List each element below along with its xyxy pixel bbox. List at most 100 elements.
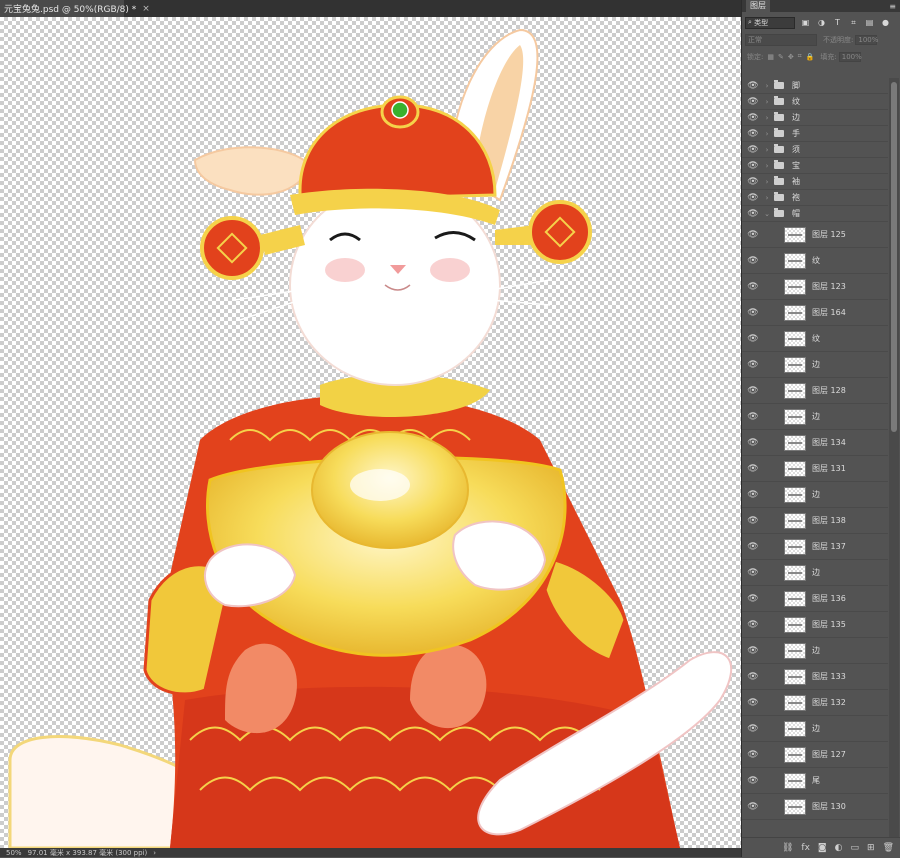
layer-row[interactable]: 👁 图层 138 xyxy=(742,508,888,534)
visibility-eye-icon[interactable]: 👁 xyxy=(746,646,760,656)
filter-adjustment-icon[interactable]: ◑ xyxy=(816,17,827,28)
layers-tab[interactable]: 图层 xyxy=(746,0,770,12)
layer-group-row[interactable]: 👁 ⌄ 帽 xyxy=(742,206,888,222)
trash-icon[interactable]: 🗑 xyxy=(883,843,894,853)
visibility-eye-icon[interactable]: 👁 xyxy=(746,672,760,682)
canvas[interactable] xyxy=(0,17,741,848)
filter-type-icon[interactable]: T xyxy=(832,17,843,28)
layers-scrollbar[interactable] xyxy=(889,78,899,837)
chevron-right-icon[interactable]: › xyxy=(762,178,772,186)
layer-group-row[interactable]: 👁 › 须 xyxy=(742,142,888,158)
layer-row[interactable]: 👁 边 xyxy=(742,482,888,508)
layer-group-row[interactable]: 👁 › 脚 xyxy=(742,78,888,94)
visibility-eye-icon[interactable]: 👁 xyxy=(746,698,760,708)
visibility-eye-icon[interactable]: 👁 xyxy=(746,776,760,786)
filter-kind-select[interactable]: ⌕ 类型 xyxy=(745,16,795,29)
visibility-eye-icon[interactable]: 👁 xyxy=(746,193,760,203)
visibility-eye-icon[interactable]: 👁 xyxy=(746,145,760,155)
chevron-right-icon[interactable]: › xyxy=(762,162,772,170)
new-layer-icon[interactable]: ⊞ xyxy=(867,843,875,853)
layer-row[interactable]: 👁 图层 134 xyxy=(742,430,888,456)
layer-group-row[interactable]: 👁 › 手 xyxy=(742,126,888,142)
layer-row[interactable]: 👁 图层 128 xyxy=(742,378,888,404)
layer-row[interactable]: 👁 图层 127 xyxy=(742,742,888,768)
lock-artboard-icon[interactable]: ⌗ xyxy=(798,52,802,61)
layer-row[interactable]: 👁 边 xyxy=(742,352,888,378)
filter-smartobject-icon[interactable]: ▤ xyxy=(864,17,875,28)
adjustment-icon[interactable]: ◐ xyxy=(835,843,843,853)
fill-input[interactable]: 100% xyxy=(838,51,862,62)
opacity-input[interactable]: 100% xyxy=(855,34,878,45)
visibility-eye-icon[interactable]: 👁 xyxy=(746,412,760,422)
filter-toggle-icon[interactable]: ● xyxy=(880,17,891,28)
status-arrow-icon[interactable]: › xyxy=(153,849,156,857)
visibility-eye-icon[interactable]: 👁 xyxy=(746,750,760,760)
visibility-eye-icon[interactable]: 👁 xyxy=(746,802,760,812)
visibility-eye-icon[interactable]: 👁 xyxy=(746,230,760,240)
layer-row[interactable]: 👁 图层 133 xyxy=(742,664,888,690)
new-group-icon[interactable]: ▭ xyxy=(851,843,860,853)
layer-row[interactable]: 👁 尾 xyxy=(742,768,888,794)
layer-group-row[interactable]: 👁 › 边 xyxy=(742,110,888,126)
visibility-eye-icon[interactable]: 👁 xyxy=(746,516,760,526)
visibility-eye-icon[interactable]: 👁 xyxy=(746,724,760,734)
lock-paint-icon[interactable]: ✎ xyxy=(778,53,784,61)
visibility-eye-icon[interactable]: 👁 xyxy=(746,97,760,107)
lock-position-icon[interactable]: ✥ xyxy=(788,53,794,61)
chevron-down-icon[interactable]: ⌄ xyxy=(762,210,772,218)
layer-row[interactable]: 👁 边 xyxy=(742,638,888,664)
fx-icon[interactable]: fx xyxy=(801,843,810,853)
layer-group-row[interactable]: 👁 › 袍 xyxy=(742,190,888,206)
layer-row[interactable]: 👁 图层 137 xyxy=(742,534,888,560)
layer-group-row[interactable]: 👁 › 宝 xyxy=(742,158,888,174)
chevron-right-icon[interactable]: › xyxy=(762,82,772,90)
lock-transparent-icon[interactable]: ▦ xyxy=(767,53,774,61)
layer-row[interactable]: 👁 边 xyxy=(742,404,888,430)
layer-row[interactable]: 👁 图层 135 xyxy=(742,612,888,638)
chevron-right-icon[interactable]: › xyxy=(762,114,772,122)
blend-mode-select[interactable]: 正常 xyxy=(745,33,817,46)
layer-row[interactable]: 👁 图层 164 xyxy=(742,300,888,326)
visibility-eye-icon[interactable]: 👁 xyxy=(746,113,760,123)
visibility-eye-icon[interactable]: 👁 xyxy=(746,334,760,344)
layer-row[interactable]: 👁 图层 123 xyxy=(742,274,888,300)
visibility-eye-icon[interactable]: 👁 xyxy=(746,542,760,552)
chevron-right-icon[interactable]: › xyxy=(762,98,772,106)
layer-row[interactable]: 👁 纹 xyxy=(742,248,888,274)
filter-pixel-icon[interactable]: ▣ xyxy=(800,17,811,28)
visibility-eye-icon[interactable]: 👁 xyxy=(746,594,760,604)
visibility-eye-icon[interactable]: 👁 xyxy=(746,438,760,448)
zoom-level[interactable]: 50% xyxy=(6,849,22,857)
layer-row[interactable]: 👁 纹 xyxy=(742,326,888,352)
lock-all-icon[interactable]: 🔒 xyxy=(806,53,815,61)
layer-row[interactable]: 👁 边 xyxy=(742,560,888,586)
scrollbar-thumb[interactable] xyxy=(891,82,897,432)
visibility-eye-icon[interactable]: 👁 xyxy=(746,282,760,292)
visibility-eye-icon[interactable]: 👁 xyxy=(746,360,760,370)
document-tab[interactable]: 元宝兔兔.psd @ 50%(RGB/8) * × xyxy=(0,0,150,17)
visibility-eye-icon[interactable]: 👁 xyxy=(746,161,760,171)
mask-icon[interactable]: ◙ xyxy=(818,843,827,853)
panel-menu-icon[interactable]: ≡ xyxy=(889,2,896,11)
layer-row[interactable]: 👁 图层 125 xyxy=(742,222,888,248)
visibility-eye-icon[interactable]: 👁 xyxy=(746,464,760,474)
chevron-right-icon[interactable]: › xyxy=(762,130,772,138)
layer-row[interactable]: 👁 图层 136 xyxy=(742,586,888,612)
chevron-right-icon[interactable]: › xyxy=(762,194,772,202)
layer-row[interactable]: 👁 图层 130 xyxy=(742,794,888,820)
layer-group-row[interactable]: 👁 › 纹 xyxy=(742,94,888,110)
layer-row[interactable]: 👁 图层 131 xyxy=(742,456,888,482)
visibility-eye-icon[interactable]: 👁 xyxy=(746,620,760,630)
filter-shape-icon[interactable]: ⌗ xyxy=(848,17,859,28)
layer-group-row[interactable]: 👁 › 袖 xyxy=(742,174,888,190)
visibility-eye-icon[interactable]: 👁 xyxy=(746,386,760,396)
layer-row[interactable]: 👁 边 xyxy=(742,716,888,742)
link-icon[interactable]: ⛓ xyxy=(782,843,793,853)
visibility-eye-icon[interactable]: 👁 xyxy=(746,308,760,318)
visibility-eye-icon[interactable]: 👁 xyxy=(746,129,760,139)
close-tab-icon[interactable]: × xyxy=(142,4,150,14)
layer-row[interactable]: 👁 图层 132 xyxy=(742,690,888,716)
visibility-eye-icon[interactable]: 👁 xyxy=(746,490,760,500)
visibility-eye-icon[interactable]: 👁 xyxy=(746,177,760,187)
visibility-eye-icon[interactable]: 👁 xyxy=(746,568,760,578)
